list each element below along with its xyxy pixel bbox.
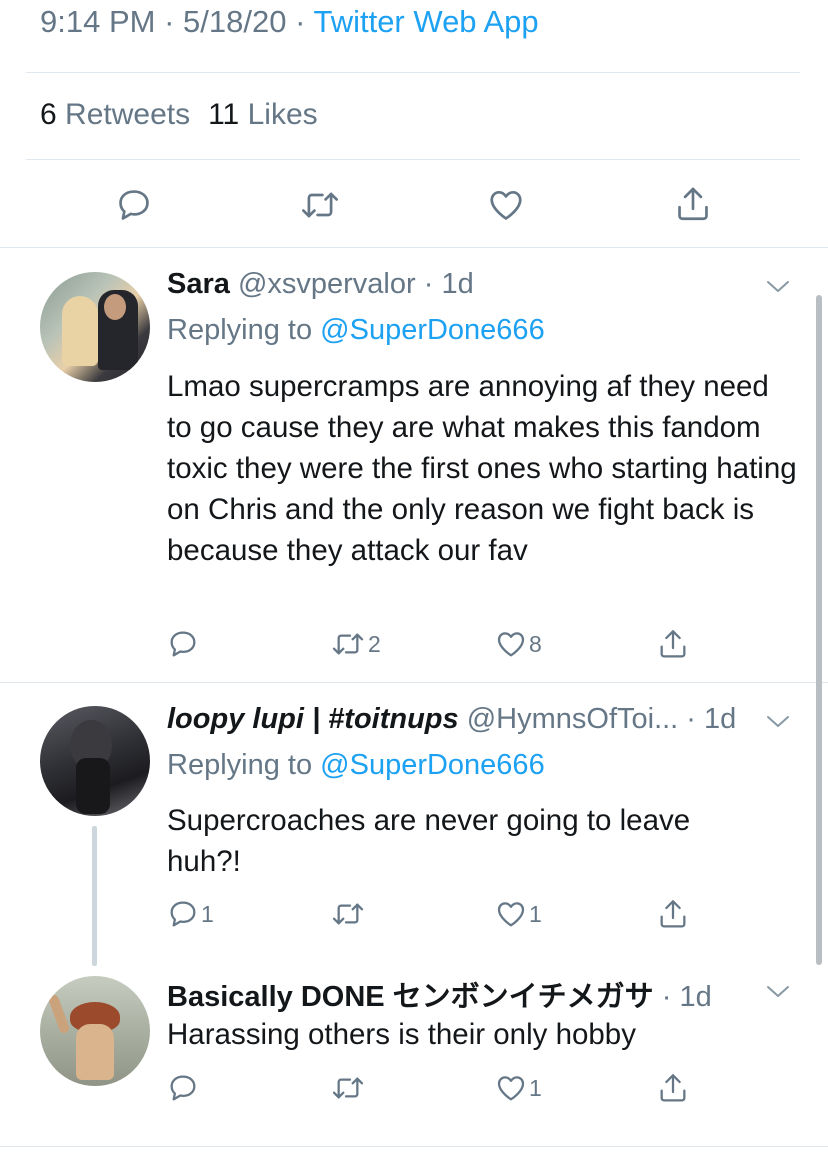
divider (0, 247, 828, 248)
reply-header: Basically DONE センボンイチメガサ · 1d (167, 981, 712, 1013)
like-icon (497, 1076, 525, 1101)
reply-age[interactable]: 1d (679, 981, 711, 1013)
share-button[interactable] (674, 184, 712, 224)
retweet-icon (332, 633, 364, 655)
reply-icon (170, 1075, 196, 1101)
divider (0, 1146, 828, 1147)
reply-icon (170, 901, 196, 927)
like-button[interactable]: 8 (495, 628, 542, 660)
retweet-count: 2 (368, 630, 381, 657)
share-button[interactable] (657, 1071, 689, 1105)
more-menu-button[interactable] (765, 279, 791, 300)
replying-to: Replying to @SuperDone666 (167, 314, 545, 346)
likes-stat[interactable]: 11 Likes (208, 98, 318, 131)
share-icon (660, 1074, 686, 1102)
reply-button[interactable] (167, 628, 201, 660)
retweet-button[interactable] (330, 898, 368, 930)
like-icon (497, 902, 525, 927)
mention-link[interactable]: @SuperDone666 (320, 749, 545, 781)
tweet-date[interactable]: 5/18/20 (183, 4, 286, 39)
author-name[interactable]: loopy lupi | #toitnups (167, 703, 459, 735)
divider (26, 159, 800, 160)
tweet-source[interactable]: Twitter Web App (313, 4, 538, 39)
retweet-icon (332, 1077, 364, 1099)
reply-text: Supercroaches are never going to leave h… (167, 804, 691, 878)
retweet-button[interactable] (299, 186, 341, 224)
reply-header: Sara @xsvpervalor · 1d (167, 268, 474, 300)
retweet-button[interactable] (330, 1072, 368, 1104)
like-button[interactable]: 1 (495, 1072, 542, 1104)
divider (26, 72, 800, 73)
reply-age[interactable]: 1d (704, 703, 736, 735)
author-name[interactable]: Basically DONE センボンイチメガサ (167, 981, 654, 1013)
retweet-button[interactable]: 2 (330, 628, 381, 660)
reply-button[interactable] (115, 186, 153, 224)
reply-header: loopy lupi | #toitnups @HymnsOfToi... · … (167, 703, 737, 735)
thread-connector (92, 826, 97, 966)
reply-icon (119, 190, 149, 220)
mention-link[interactable]: @SuperDone666 (320, 314, 545, 346)
retweet-icon (302, 192, 338, 218)
reply-age[interactable]: 1d (441, 268, 473, 300)
share-icon (678, 187, 708, 221)
share-button[interactable] (657, 897, 689, 931)
author-name[interactable]: Sara (167, 268, 230, 300)
like-icon (490, 190, 522, 220)
share-icon (660, 630, 686, 658)
avatar[interactable] (40, 706, 150, 816)
share-button[interactable] (657, 627, 689, 661)
share-icon (660, 900, 686, 928)
like-count: 1 (529, 900, 542, 927)
more-menu-button[interactable] (765, 714, 791, 735)
chevron-down-icon (767, 986, 789, 997)
avatar[interactable] (40, 976, 150, 1086)
more-menu-button[interactable] (765, 984, 791, 1005)
scrollbar[interactable] (816, 295, 822, 965)
reply-icon (170, 631, 196, 657)
like-icon (497, 632, 525, 657)
reply-text: Harassing others is their only hobby (167, 1018, 636, 1051)
author-handle[interactable]: @HymnsOfToi... (467, 703, 679, 735)
like-button[interactable]: 1 (495, 898, 542, 930)
chevron-down-icon (767, 716, 789, 727)
reply-button[interactable]: 1 (167, 898, 214, 930)
replying-to: Replying to @SuperDone666 (167, 749, 545, 781)
reply-text: Lmao supercramps are annoying af they ne… (167, 370, 797, 567)
tweet-time[interactable]: 9:14 PM (40, 4, 155, 39)
reply-count: 1 (201, 900, 214, 927)
like-count: 8 (529, 630, 542, 657)
chevron-down-icon (767, 281, 789, 292)
like-count: 1 (529, 1074, 542, 1101)
tweet-timestamp: 9:14 PM · 5/18/20 · Twitter Web App (40, 4, 539, 39)
divider (0, 682, 828, 683)
retweet-icon (332, 903, 364, 925)
like-button[interactable] (487, 186, 525, 224)
avatar[interactable] (40, 272, 150, 382)
retweets-stat[interactable]: 6 Retweets (40, 98, 190, 131)
tweet-stats: 6 Retweets 11 Likes (40, 98, 318, 132)
reply-button[interactable] (167, 1072, 201, 1104)
author-handle[interactable]: @xsvpervalor (238, 268, 416, 300)
